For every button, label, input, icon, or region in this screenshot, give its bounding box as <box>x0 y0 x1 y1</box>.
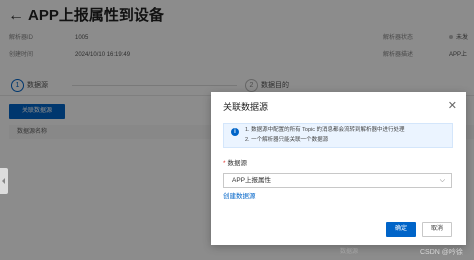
datasource-field-label: * 数据源 <box>223 159 247 168</box>
info-notice: i 1. 数据源中配置的所有 Topic 的消息都会流转到解析器中进行处理 2.… <box>223 123 453 148</box>
chevron-down-icon: ⌵ <box>439 177 445 184</box>
notice-line-1: 1. 数据源中配置的所有 Topic 的消息都会流转到解析器中进行处理 <box>245 127 405 133</box>
close-icon[interactable]: ✕ <box>448 100 457 112</box>
create-datasource-link[interactable]: 创建数据源 <box>223 192 256 201</box>
datasource-select-value: APP上报属性 <box>232 177 272 184</box>
notice-line-2: 2. 一个解析器只能关联一个数据源 <box>245 137 329 143</box>
associate-datasource-dialog: 关联数据源 ✕ i 1. 数据源中配置的所有 Topic 的消息都会流转到解析器… <box>211 92 466 245</box>
dialog-title: 关联数据源 <box>223 102 269 112</box>
cancel-button[interactable]: 取消 <box>422 222 452 237</box>
watermark: CSDN @吟徐 <box>420 249 463 256</box>
info-icon: i <box>231 128 239 136</box>
background-hint-text: 数据源 <box>340 249 359 255</box>
confirm-button[interactable]: 确定 <box>386 222 416 237</box>
datasource-select[interactable]: APP上报属性 ⌵ <box>223 173 452 188</box>
side-collapse-handle[interactable] <box>0 168 8 194</box>
datasource-field-label-text: 数据源 <box>227 160 248 167</box>
required-mark: * <box>223 160 226 167</box>
